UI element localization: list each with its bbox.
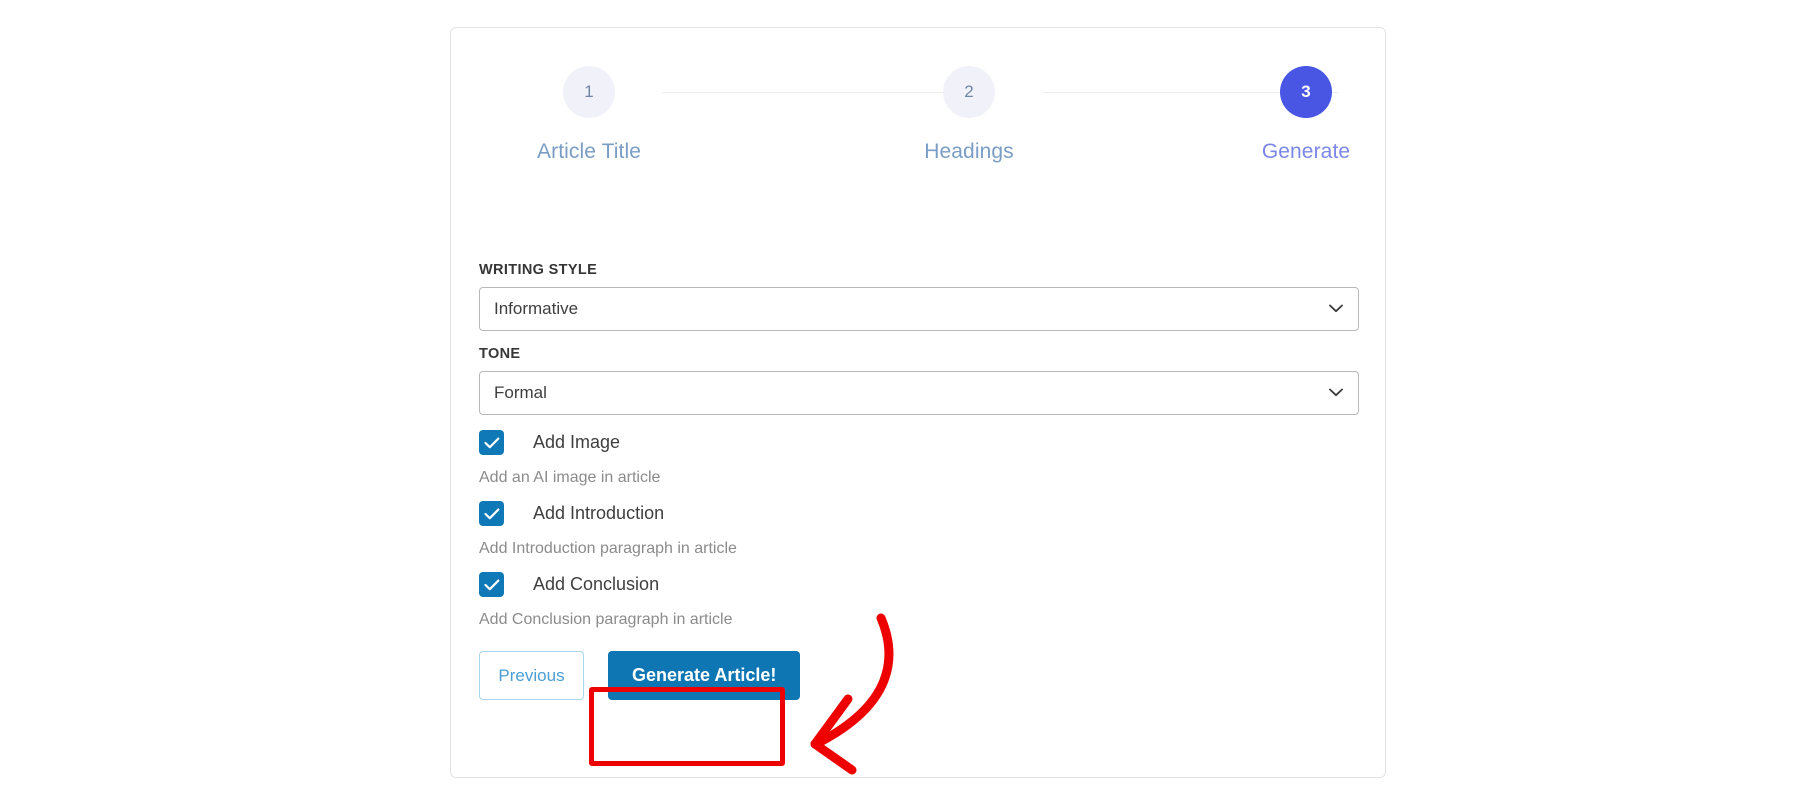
wizard-step-article-title[interactable]: 1 Article Title xyxy=(499,66,679,164)
tone-select-wrapper: Formal xyxy=(479,371,1359,415)
check-icon xyxy=(483,437,499,448)
step-2-label: Headings xyxy=(924,140,1014,163)
writing-style-select-wrapper: Informative xyxy=(479,287,1359,331)
option-row-add-conclusion[interactable]: Add Conclusion xyxy=(479,572,1359,597)
wizard-button-row: Previous Generate Article! xyxy=(479,651,1359,700)
wizard-stepper: 1 Article Title 2 Headings 3 Generate xyxy=(451,66,1385,206)
step-1-circle[interactable]: 1 xyxy=(563,66,615,118)
step-3-label: Generate xyxy=(1261,140,1351,163)
step-2-circle[interactable]: 2 xyxy=(943,66,995,118)
previous-button[interactable]: Previous xyxy=(479,651,584,700)
checkbox-add-introduction[interactable] xyxy=(479,501,504,526)
tone-select[interactable]: Formal xyxy=(479,371,1359,415)
writing-style-select[interactable]: Informative xyxy=(479,287,1359,331)
option-row-add-introduction[interactable]: Add Introduction xyxy=(479,501,1359,526)
page-root: 1 Article Title 2 Headings 3 Generate WR… xyxy=(0,0,1813,808)
option-label-add-conclusion: Add Conclusion xyxy=(533,574,660,594)
checkbox-add-image[interactable] xyxy=(479,430,504,455)
option-label-add-introduction: Add Introduction xyxy=(533,503,665,523)
option-helper-add-introduction: Add Introduction paragraph in article xyxy=(479,540,737,557)
wizard-step-headings[interactable]: 2 Headings xyxy=(879,66,1059,164)
generate-options-form: WRITING STYLE Informative TONE Formal Ad… xyxy=(479,262,1359,700)
wizard-step-generate[interactable]: 3 Generate xyxy=(1216,66,1396,164)
checkbox-add-conclusion[interactable] xyxy=(479,572,504,597)
option-row-add-image[interactable]: Add Image xyxy=(479,430,1359,455)
step-1-label: Article Title xyxy=(537,140,641,163)
step-3-circle[interactable]: 3 xyxy=(1280,66,1332,118)
option-label-add-image: Add Image xyxy=(533,432,621,452)
writing-style-label: WRITING STYLE xyxy=(479,262,598,278)
check-icon xyxy=(483,508,499,519)
generate-article-button[interactable]: Generate Article! xyxy=(608,651,801,700)
article-generator-card: 1 Article Title 2 Headings 3 Generate WR… xyxy=(450,27,1386,778)
tone-label: TONE xyxy=(479,346,521,362)
check-icon xyxy=(483,579,499,590)
option-helper-add-conclusion: Add Conclusion paragraph in article xyxy=(479,611,733,628)
option-helper-add-image: Add an AI image in article xyxy=(479,469,661,486)
